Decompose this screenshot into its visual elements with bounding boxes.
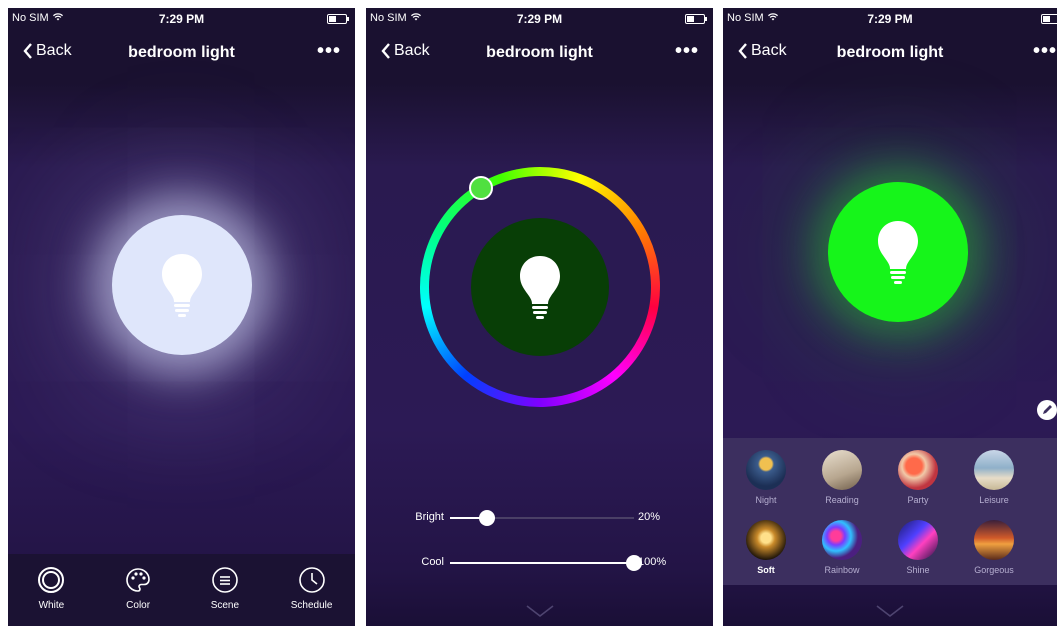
clock-icon — [298, 567, 325, 593]
scene-grid: Night Reading Party Leisure Soft Rainbow… — [723, 438, 1057, 585]
color-mode-screen: No SIM 7:29 PM Back bedroom light ••• Br… — [366, 8, 713, 626]
scene-list-icon — [212, 567, 238, 593]
white-mode-screen: No SIM 7:29 PM Back bedroom light ••• Wh… — [8, 8, 355, 626]
book-scene-icon — [822, 450, 862, 490]
status-bar: No SIM 7:29 PM — [366, 8, 713, 30]
navigation-bar: Back bedroom light ••• — [723, 30, 1057, 74]
navigation-bar: Back bedroom light ••• — [8, 30, 355, 74]
battery-icon — [327, 14, 349, 24]
scene-label: Rainbow — [824, 565, 860, 575]
tab-color[interactable]: Color — [103, 566, 173, 626]
white-circle-icon — [38, 567, 65, 593]
palette-icon — [126, 568, 150, 592]
more-options-button[interactable]: ••• — [675, 40, 699, 63]
scene-label: Gorgeous — [974, 565, 1014, 575]
scene-label: Reading — [825, 495, 859, 505]
scene-party[interactable]: Party — [884, 450, 952, 505]
scene-label: Shine — [906, 565, 930, 575]
tab-label: White — [38, 600, 65, 611]
status-bar: No SIM 7:29 PM — [723, 8, 1057, 30]
tab-white[interactable]: White — [16, 566, 86, 626]
cool-slider-row: Cool 100% — [366, 553, 713, 573]
scene-label: Soft — [757, 565, 775, 575]
beach-scene-icon — [974, 450, 1014, 490]
cool-slider[interactable] — [450, 555, 642, 571]
cool-value: 100% — [638, 556, 667, 568]
clock: 7:29 PM — [867, 12, 913, 26]
brightness-value: 20% — [638, 511, 661, 523]
chevron-down-icon[interactable] — [875, 604, 905, 618]
bulb-toggle[interactable] — [828, 182, 968, 322]
brightness-slider[interactable] — [450, 510, 634, 526]
sparkler-scene-icon — [746, 520, 786, 560]
tab-label: Schedule — [290, 600, 333, 611]
clock: 7:29 PM — [516, 12, 563, 26]
scene-gorgeous[interactable]: Gorgeous — [960, 520, 1028, 575]
brightness-slider-row: Bright 20% — [366, 508, 713, 528]
bulb-toggle[interactable] — [471, 218, 609, 356]
status-bar: No SIM 7:29 PM — [8, 8, 355, 30]
scene-label: Leisure — [979, 495, 1009, 505]
battery-icon — [685, 14, 707, 24]
scene-leisure[interactable]: Leisure — [960, 450, 1028, 505]
scene-shine[interactable]: Shine — [884, 520, 952, 575]
night-scene-icon — [746, 450, 786, 490]
clock: 7:29 PM — [158, 12, 205, 26]
scene-mode-screen: No SIM 7:29 PM Back bedroom light ••• Ni… — [723, 8, 1057, 626]
edit-scene-button[interactable] — [1037, 400, 1057, 420]
tab-label: Scene — [210, 600, 240, 611]
tab-scene[interactable]: Scene — [190, 566, 260, 626]
page-title: bedroom light — [486, 44, 593, 61]
page-title: bedroom light — [128, 44, 235, 61]
scene-label: Night — [755, 495, 777, 505]
sunset-scene-icon — [974, 520, 1014, 560]
light-streak-scene-icon — [898, 520, 938, 560]
battery-icon — [1041, 14, 1057, 24]
brightness-label: Bright — [415, 511, 444, 523]
bulb-icon — [520, 256, 560, 319]
scene-reading[interactable]: Reading — [808, 450, 876, 505]
pencil-icon — [1043, 405, 1052, 414]
chevron-down-icon[interactable] — [525, 604, 555, 618]
cool-label: Cool — [421, 556, 444, 568]
bulb-toggle[interactable] — [112, 215, 252, 355]
tab-schedule[interactable]: Schedule — [277, 566, 347, 626]
brightness-thumb[interactable] — [478, 510, 495, 526]
color-picker-handle[interactable] — [469, 176, 493, 200]
confetti-scene-icon — [898, 450, 938, 490]
mode-tab-bar: White Color Scene Schedule — [8, 554, 355, 626]
navigation-bar: Back bedroom light ••• — [366, 30, 713, 74]
tab-label: Color — [126, 600, 151, 611]
more-options-button[interactable]: ••• — [317, 40, 341, 63]
bulb-icon — [162, 254, 202, 317]
bulb-icon — [878, 221, 918, 284]
page-title: bedroom light — [836, 44, 944, 61]
scene-label: Party — [907, 495, 929, 505]
scene-night[interactable]: Night — [732, 450, 800, 505]
cool-fill — [450, 562, 634, 564]
scene-rainbow[interactable]: Rainbow — [808, 520, 876, 575]
scene-soft[interactable]: Soft — [732, 520, 800, 575]
more-options-button[interactable]: ••• — [1033, 40, 1057, 63]
rainbow-scene-icon — [822, 520, 862, 560]
